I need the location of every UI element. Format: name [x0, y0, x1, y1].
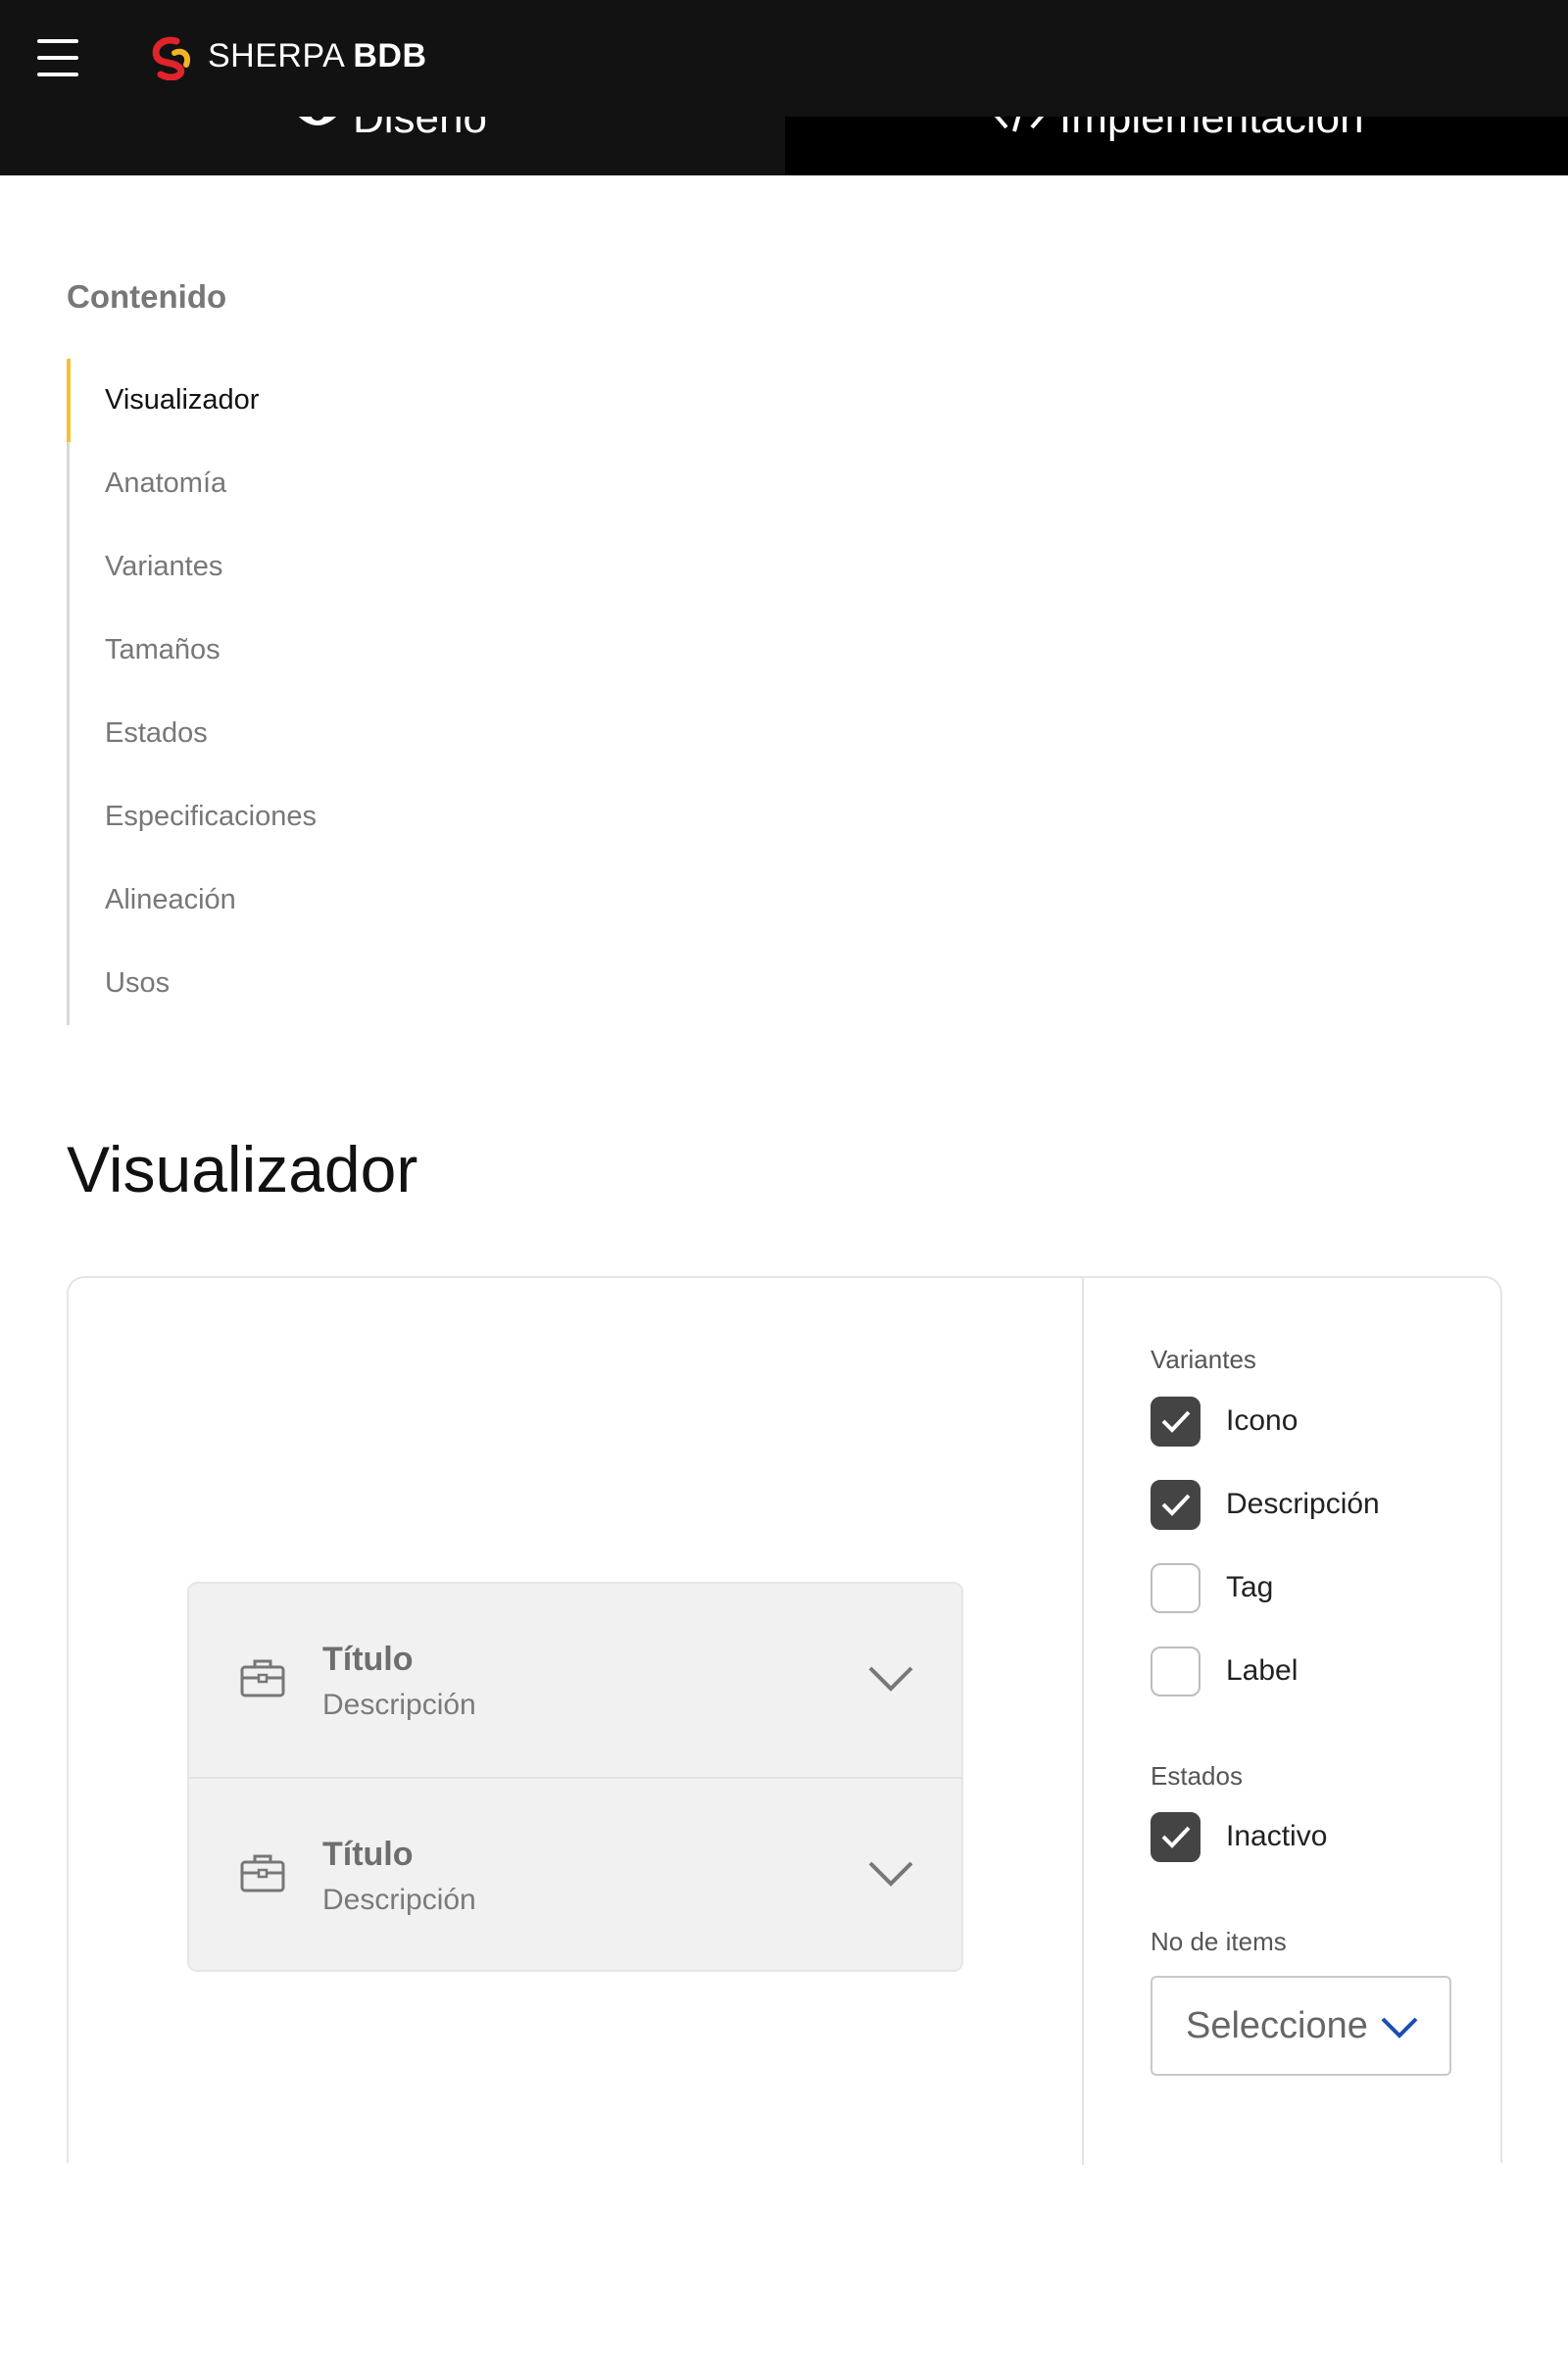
- section-title: Visualizador: [67, 1133, 418, 1205]
- brand-bold: BDB: [353, 37, 427, 74]
- toc-item-visualizador[interactable]: Visualizador: [67, 359, 537, 442]
- toc-item-especificaciones[interactable]: Especificaciones: [70, 775, 540, 859]
- checkbox-label-variant[interactable]: Label: [1151, 1646, 1298, 1696]
- checkbox-box[interactable]: [1151, 1479, 1200, 1530]
- brand-light: SHERPA: [208, 37, 344, 74]
- toc-item-variantes[interactable]: Variantes: [70, 525, 540, 609]
- checkbox-tag[interactable]: Tag: [1151, 1562, 1273, 1613]
- accordion-title: Título: [322, 1641, 414, 1678]
- toc-heading: Contenido: [67, 278, 227, 315]
- accordion-title: Título: [322, 1836, 414, 1873]
- table-of-contents: Visualizador Anatomía Variantes Tamaños …: [67, 359, 557, 1025]
- checkbox-box[interactable]: [1151, 1396, 1200, 1447]
- checkbox-label: Descripción: [1226, 1488, 1380, 1520]
- check-icon: [1161, 1826, 1190, 1848]
- chevron-down-icon[interactable]: [867, 1664, 914, 1694]
- accordion-preview: Título Descripción Título Descripción: [187, 1582, 963, 1972]
- items-count-label: No de items: [1151, 1927, 1287, 1956]
- accordion-description: Descripción: [322, 1689, 476, 1721]
- brand-name[interactable]: SHERPA BDB: [208, 37, 427, 75]
- states-label: Estados: [1151, 1761, 1243, 1791]
- checkbox-label: Icono: [1226, 1404, 1298, 1437]
- checkbox-box[interactable]: [1151, 1811, 1200, 1862]
- chevron-down-icon[interactable]: [867, 1859, 914, 1889]
- toc-item-anatomia[interactable]: Anatomía: [70, 442, 540, 525]
- accordion-description: Descripción: [322, 1884, 476, 1916]
- visualizer-panel: Título Descripción Título Descripción Va…: [67, 1276, 1502, 2165]
- toc-item-alineacion[interactable]: Alineación: [70, 859, 540, 942]
- briefcase-icon: [240, 1659, 285, 1697]
- hamburger-icon[interactable]: [37, 39, 78, 76]
- accordion-item[interactable]: Título Descripción: [189, 1777, 961, 1970]
- checkbox-descripcion[interactable]: Descripción: [1151, 1479, 1380, 1530]
- checkbox-box[interactable]: [1151, 1562, 1200, 1613]
- toc-item-estados[interactable]: Estados: [70, 692, 540, 775]
- check-icon: [1161, 1494, 1190, 1516]
- select-value: Seleccione: [1186, 2004, 1368, 2046]
- check-icon: [1161, 1410, 1190, 1433]
- checkbox-label: Label: [1226, 1654, 1298, 1687]
- toc-item-tamanos[interactable]: Tamaños: [70, 609, 540, 692]
- sherpa-logo-icon[interactable]: [147, 35, 194, 80]
- chevron-down-icon: [1381, 2017, 1418, 2039]
- checkbox-inactivo[interactable]: Inactivo: [1151, 1811, 1327, 1862]
- accordion-item[interactable]: Título Descripción: [189, 1584, 961, 1777]
- checkbox-box[interactable]: [1151, 1646, 1200, 1696]
- top-header: SHERPA BDB: [0, 0, 1568, 117]
- checkbox-label: Inactivo: [1226, 1820, 1328, 1852]
- checkbox-icono[interactable]: Icono: [1151, 1396, 1298, 1447]
- panel-divider: [1082, 1278, 1084, 2165]
- items-count-select[interactable]: Seleccione: [1151, 1976, 1451, 2076]
- toc-item-usos[interactable]: Usos: [70, 942, 540, 1025]
- variants-label: Variantes: [1151, 1345, 1256, 1374]
- checkbox-label: Tag: [1226, 1571, 1274, 1603]
- briefcase-icon: [240, 1854, 285, 1892]
